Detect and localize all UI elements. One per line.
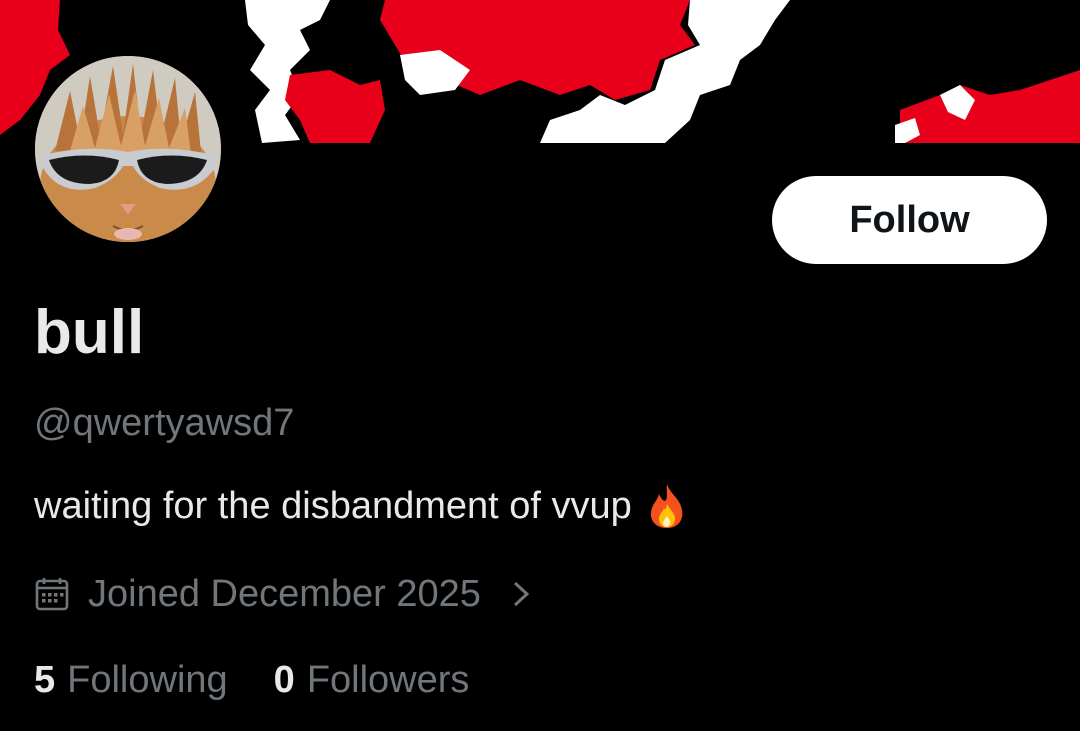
followers-label: Followers: [306, 659, 470, 701]
profile-handle: @qwertyawsd7: [34, 402, 295, 444]
joined-date-row[interactable]: Joined December 2025: [34, 570, 533, 618]
avatar-image: [35, 56, 221, 242]
followers-stat-link[interactable]: 0 Followers: [274, 656, 470, 704]
chevron-right-icon: [513, 581, 530, 607]
following-count: 5: [34, 659, 56, 701]
profile-bio: waiting for the disbandment of vvup: [34, 482, 688, 530]
bio-text: waiting for the disbandment of vvup: [34, 485, 632, 527]
following-label: Following: [67, 659, 228, 701]
display-name: bull: [34, 298, 145, 367]
calendar-icon: [35, 578, 69, 611]
profile-stats: 5 Following 0 Followers: [34, 656, 469, 704]
joined-date-text: Joined December 2025: [88, 573, 481, 615]
follow-button[interactable]: Follow: [772, 176, 1047, 264]
followers-count: 0: [273, 659, 295, 701]
fire-emoji-icon: [650, 484, 683, 528]
profile-avatar[interactable]: [29, 50, 227, 248]
following-stat-link[interactable]: 5 Following: [34, 656, 228, 704]
